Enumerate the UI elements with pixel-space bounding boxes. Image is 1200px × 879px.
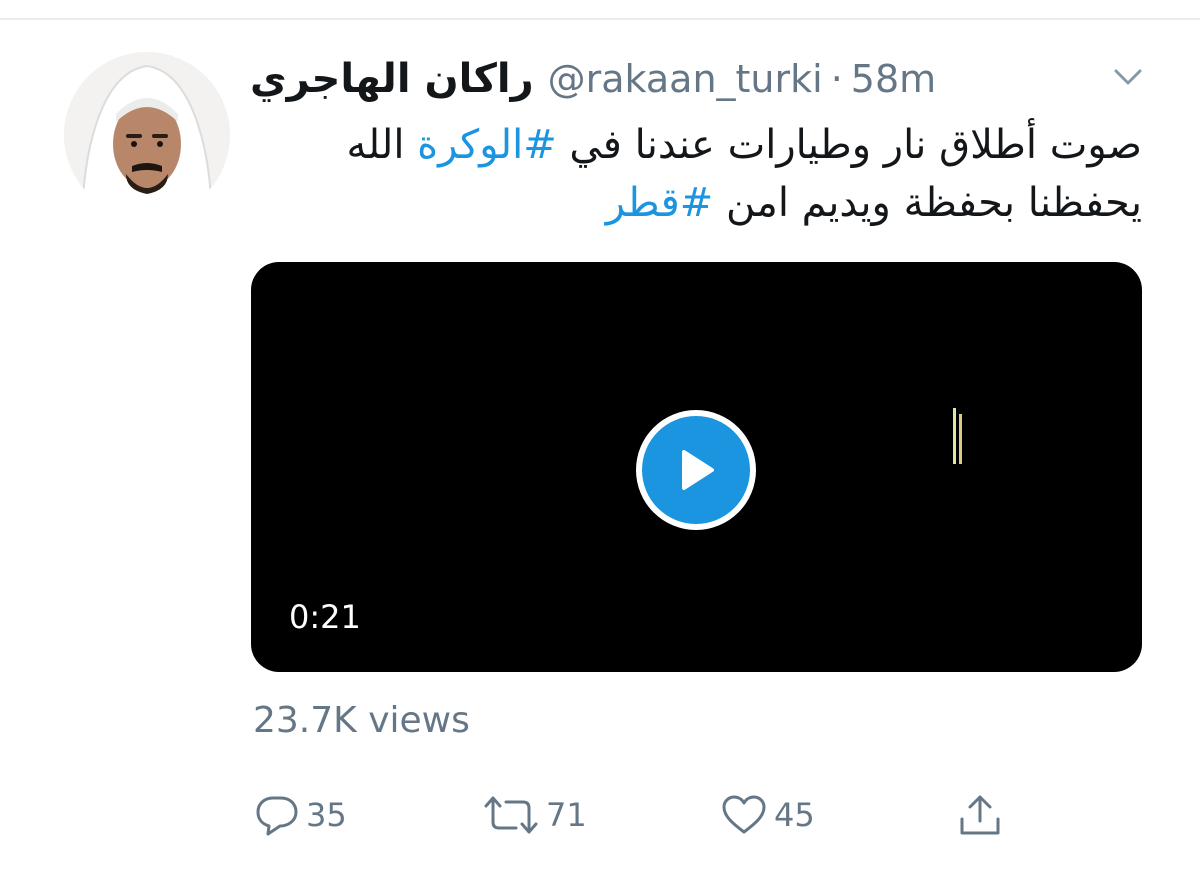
user-handle[interactable]: @rakaan_turki xyxy=(548,57,823,101)
share-icon xyxy=(960,795,1000,835)
tweet-text-line-2: يحفظنا بحفظة ويديم امن #قطر xyxy=(250,174,1142,232)
display-name[interactable]: راكان الهاجري xyxy=(250,56,534,102)
separator-dot: · xyxy=(830,57,843,101)
video-frame-light xyxy=(953,408,962,464)
share-button[interactable] xyxy=(956,790,1004,840)
retweet-button[interactable]: 71 xyxy=(482,790,587,840)
tweet-text-segment: صوت أطلاق نار وطيارات عندنا في xyxy=(556,122,1142,168)
timestamp[interactable]: 58m xyxy=(851,57,936,101)
reply-count: 35 xyxy=(306,796,347,834)
avatar[interactable] xyxy=(64,52,230,218)
chevron-down-icon[interactable] xyxy=(1110,62,1146,92)
avatar-image xyxy=(64,52,230,218)
hashtag-link[interactable]: #قطر xyxy=(606,180,714,226)
retweet-count: 71 xyxy=(546,796,587,834)
video-duration: 0:21 xyxy=(277,590,373,644)
reply-icon xyxy=(256,796,298,836)
play-icon xyxy=(642,416,750,524)
video-player[interactable]: 0:21 xyxy=(251,262,1142,672)
tweet-header: راكان الهاجري @rakaan_turki · 58m xyxy=(250,54,936,104)
like-count: 45 xyxy=(774,796,815,834)
retweet-icon xyxy=(484,796,538,834)
reply-button[interactable]: 35 xyxy=(254,790,347,840)
play-button[interactable] xyxy=(636,410,756,530)
view-count: 23.7K views xyxy=(253,700,470,741)
heart-icon xyxy=(722,795,766,834)
like-button[interactable]: 45 xyxy=(720,790,815,840)
top-divider xyxy=(0,18,1200,20)
tweet-text-segment: الله xyxy=(346,122,418,168)
tweet-text-segment: يحفظنا بحفظة ويديم امن xyxy=(713,180,1142,226)
tweet-text: صوت أطلاق نار وطيارات عندنا في #الوكرة ا… xyxy=(250,116,1142,232)
hashtag-link[interactable]: #الوكرة xyxy=(417,122,557,168)
tweet-text-line-1: صوت أطلاق نار وطيارات عندنا في #الوكرة ا… xyxy=(250,116,1142,174)
